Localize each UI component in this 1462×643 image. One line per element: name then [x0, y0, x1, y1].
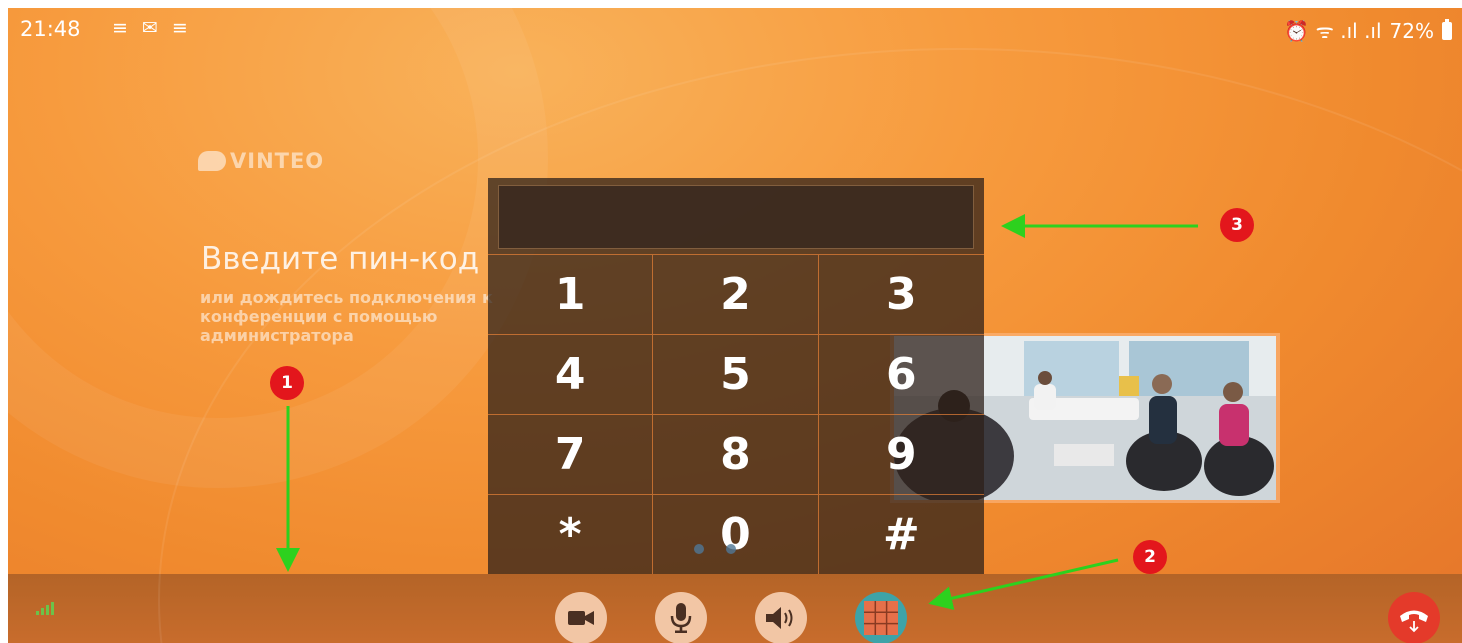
key-3[interactable]: 3 [818, 254, 984, 334]
annotation-badge-1: 1 [270, 366, 304, 400]
annotation-arrows [276, 214, 1198, 611]
key-6[interactable]: 6 [818, 334, 984, 414]
microphone-button[interactable] [655, 592, 707, 643]
page-dot [694, 544, 704, 554]
key-9[interactable]: 9 [818, 414, 984, 494]
hang-up-icon [1400, 610, 1428, 633]
key-2[interactable]: 2 [653, 254, 819, 334]
key-5[interactable]: 5 [653, 334, 819, 414]
key-grid: 1 2 3 4 5 6 7 8 9 * 0 # [488, 254, 984, 574]
page-indicator [694, 544, 736, 554]
meeting-room-image [894, 336, 1276, 500]
key-0[interactable]: 0 [653, 494, 819, 574]
speaker-button[interactable] [755, 592, 807, 643]
key-7[interactable]: 7 [488, 414, 654, 494]
page-dot [726, 544, 736, 554]
annotation-badge-3: 3 [1220, 208, 1254, 242]
video-camera-icon [568, 611, 594, 625]
hang-up-button[interactable] [1388, 592, 1440, 643]
key-4[interactable]: 4 [488, 334, 654, 414]
app-screen: 21:48 ≡ ✉ ≡ ⏰ ᯤ .ıl .ıl 72% VINTEO Введи… [8, 8, 1462, 643]
dialpad-button[interactable] [855, 592, 907, 643]
key-8[interactable]: 8 [653, 414, 819, 494]
pin-input-display[interactable] [498, 185, 974, 249]
annotation-badge-2: 2 [1133, 540, 1167, 574]
dialpad-icon [864, 601, 898, 635]
key-star[interactable]: * [488, 494, 654, 574]
dial-keypad: 1 2 3 4 5 6 7 8 9 * 0 # [488, 178, 984, 574]
self-view-preview [890, 333, 1280, 503]
speaker-icon [766, 607, 793, 629]
key-1[interactable]: 1 [488, 254, 654, 334]
annotation-arrow-2 [928, 558, 1119, 611]
microphone-icon [670, 603, 692, 633]
call-control-bar [8, 574, 1462, 643]
camera-button[interactable] [555, 592, 607, 643]
key-hash[interactable]: # [818, 494, 984, 574]
